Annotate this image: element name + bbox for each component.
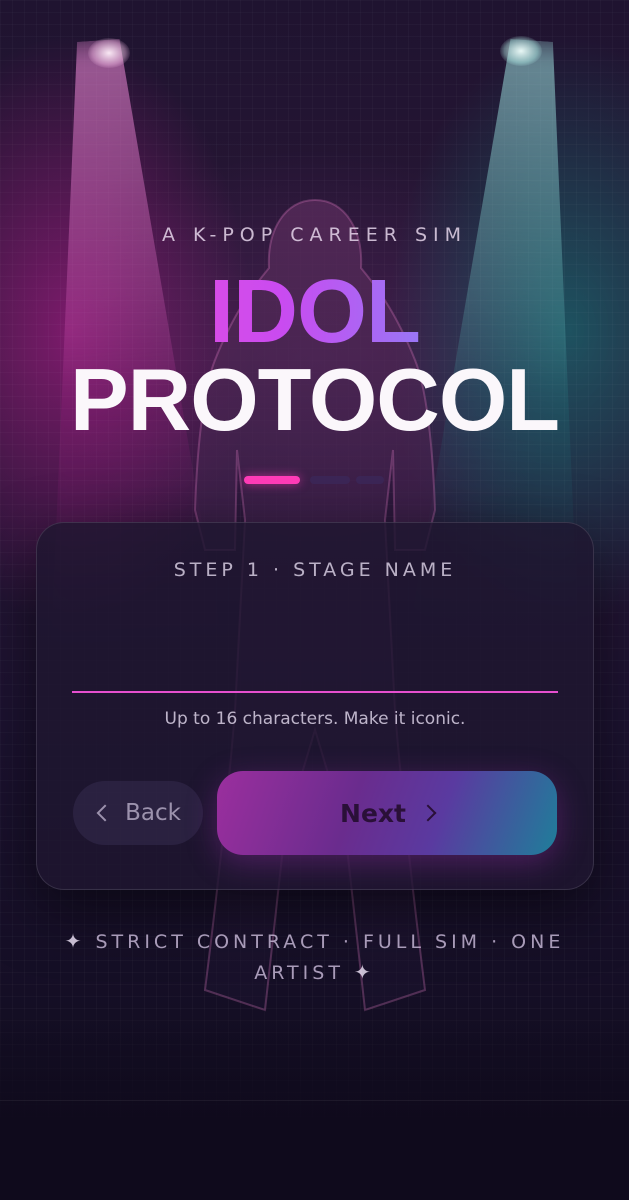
tagline: A K-POP CAREER SIM [161,224,468,246]
stage-name-hint: Up to 16 characters. Make it iconic. [164,709,466,729]
title-line-2: PROTOCOL [69,350,560,449]
footer-text: STRICT CONTRACT · FULL SIM · ONE ARTIST [95,931,565,984]
footer-tagline: ✦ STRICT CONTRACT · FULL SIM · ONE ARTIS… [40,926,589,988]
next-button-label: Next [340,798,406,828]
spotlight-left-icon [88,38,130,68]
back-button-label: Back [125,800,181,826]
progress-step-1 [244,476,300,484]
spotlight-right-icon [500,36,542,66]
back-button[interactable]: Back [73,781,203,845]
stage-floor [0,1010,629,1200]
stage-name-card: STEP 1 · STAGE NAME Up to 16 characters.… [36,522,594,890]
step-label: STEP 1 · STAGE NAME [173,559,457,581]
progress-step-3 [356,476,384,484]
title-line-1: IDOL [0,264,629,360]
stage-name-input[interactable] [72,633,558,693]
chevron-left-icon [96,804,114,822]
next-button[interactable]: Next [217,771,557,855]
sparkle-icon: ✦ [353,960,375,984]
stage-edge [0,1100,629,1101]
sparkle-icon: ✦ [64,929,86,953]
chevron-right-icon [419,804,437,822]
progress-step-2 [310,476,350,484]
